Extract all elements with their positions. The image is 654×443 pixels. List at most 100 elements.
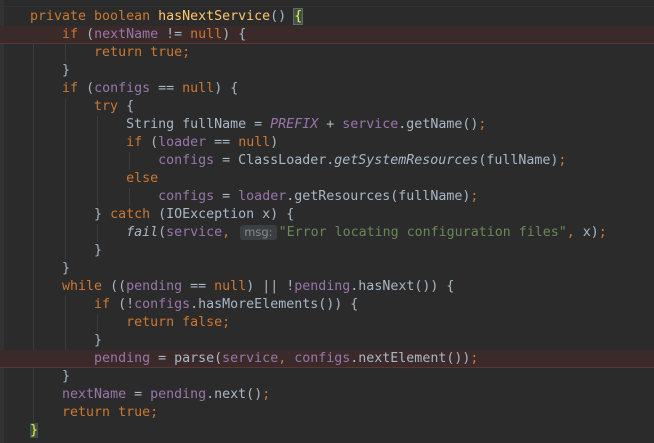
code-line[interactable]: configs = ClassLoader.getSystemResources… — [0, 152, 654, 170]
code-token: ; — [598, 225, 607, 240]
code-line[interactable]: private boolean hasNextService() { — [0, 8, 654, 26]
code-line-text: String fullName = PREFIX + service.getNa… — [30, 116, 486, 134]
code-token: ) { — [222, 27, 247, 42]
code-line[interactable]: pending = parse(service, configs.nextEle… — [0, 350, 654, 368]
code-token: pending — [294, 279, 351, 294]
code-token: true — [150, 45, 183, 60]
code-token: configs — [94, 81, 151, 96]
code-token: fail — [126, 225, 159, 240]
code-token: ( — [150, 135, 159, 150]
code-line-text: } — [30, 368, 70, 386]
code-token: nextName — [62, 387, 127, 402]
code-token: .getResources(fullName) — [286, 189, 471, 204]
code-token: (IOException x) { — [158, 207, 295, 222]
code-line[interactable]: } — [0, 368, 654, 386]
code-line[interactable]: } — [0, 242, 654, 260]
code-line[interactable]: String fullName = PREFIX + service.getNa… — [0, 116, 654, 134]
code-line[interactable]: while ((pending == null) || !pending.has… — [0, 278, 654, 296]
code-token: pending — [150, 387, 207, 402]
code-line-text: configs = loader.getResources(fullName); — [30, 188, 478, 206]
code-line[interactable]: return true; — [0, 404, 654, 422]
code-line-text: } — [30, 332, 102, 350]
code-line[interactable]: configs = loader.getResources(fullName); — [0, 188, 654, 206]
code-line-text: if (configs == null) { — [30, 80, 238, 98]
code-token: (( — [110, 279, 127, 294]
code-token: x) — [582, 225, 599, 240]
code-token: loader — [238, 189, 287, 204]
code-token: ; — [470, 189, 479, 204]
code-token: if — [62, 81, 87, 96]
code-line-text: } — [30, 260, 70, 278]
code-line[interactable]: } — [0, 62, 654, 80]
code-token: return — [94, 45, 151, 60]
code-editor[interactable]: private boolean hasNextService() { if (n… — [0, 0, 654, 443]
code-token: = — [214, 189, 239, 204]
code-line[interactable]: try { — [0, 98, 654, 116]
code-token: configs — [294, 351, 351, 366]
code-token: try — [94, 99, 127, 114]
parameter-hint: msg: — [240, 225, 277, 240]
code-token: { — [293, 8, 304, 25]
code-token: while — [62, 279, 111, 294]
code-line[interactable]: if (configs == null) { — [0, 80, 654, 98]
code-line[interactable]: return true; — [0, 44, 654, 62]
code-token: ) — [270, 135, 279, 150]
code-token: ; — [150, 405, 159, 420]
code-line[interactable]: else — [0, 170, 654, 188]
code-token: .hasMoreElements()) { — [190, 297, 359, 312]
code-line[interactable]: if (nextName != null) { — [0, 26, 654, 44]
code-token: () — [270, 9, 295, 24]
code-token: PREFIX — [270, 117, 319, 132]
code-token: ; — [470, 351, 479, 366]
code-token: ; — [558, 153, 567, 168]
code-line-text: else — [30, 170, 158, 188]
code-line[interactable]: if (loader == null) — [0, 134, 654, 152]
code-line[interactable]: if (!configs.hasMoreElements()) { — [0, 296, 654, 314]
code-token: .next() — [206, 387, 263, 402]
code-token: null — [182, 81, 215, 96]
code-token: ( — [158, 225, 167, 240]
code-token: configs — [134, 297, 191, 312]
code-token: configs — [158, 153, 215, 168]
code-line-text: while ((pending == null) || !pending.has… — [30, 278, 454, 296]
code-token: service — [342, 117, 399, 132]
code-token: if — [62, 27, 87, 42]
code-token: ; — [262, 387, 271, 402]
code-token: (! — [118, 297, 135, 312]
code-token: return — [62, 405, 119, 420]
code-token: nextName — [94, 27, 159, 42]
code-line[interactable]: nextName = pending.next(); — [0, 386, 654, 404]
code-line[interactable]: } — [0, 332, 654, 350]
code-token: true — [118, 405, 151, 420]
code-line[interactable]: } — [0, 422, 654, 440]
code-token: catch — [110, 207, 159, 222]
code-token: == — [150, 81, 183, 96]
code-line-text: return true; — [30, 404, 158, 422]
code-token: if — [94, 297, 119, 312]
code-line[interactable]: } — [0, 260, 654, 278]
code-token: ( — [86, 81, 95, 96]
code-line-text: return false; — [30, 314, 230, 332]
code-token: .getName() — [398, 117, 479, 132]
code-line[interactable]: return false; — [0, 314, 654, 332]
code-token: , — [566, 225, 583, 240]
code-token: ; — [182, 45, 191, 60]
code-line-text: private boolean hasNextService() { — [30, 8, 304, 26]
code-token: , — [278, 351, 295, 366]
code-line[interactable]: } catch (IOException x) { — [0, 206, 654, 224]
code-token: hasNextService — [158, 9, 271, 24]
code-line-text: return true; — [30, 44, 190, 62]
code-token: .hasNext()) { — [350, 279, 455, 294]
code-line-text: if (!configs.hasMoreElements()) { — [30, 296, 358, 314]
code-line[interactable]: fail(service, msg: "Error locating config… — [0, 224, 654, 242]
code-token: == — [182, 279, 215, 294]
code-token: } — [30, 423, 39, 438]
code-token: } — [30, 261, 71, 276]
code-line-text: configs = ClassLoader.getSystemResources… — [30, 152, 566, 170]
